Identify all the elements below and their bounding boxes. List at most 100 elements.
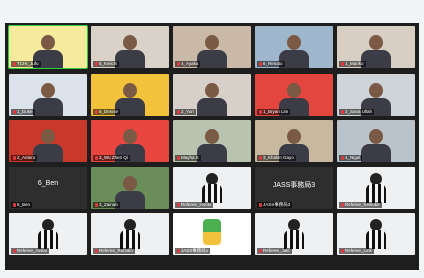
participant-name-text: 1_Duke — [17, 109, 33, 114]
participant-avatar — [287, 129, 301, 144]
participant-name-text: 2_Sana Ullah — [345, 109, 373, 114]
participant-name-text: Referee_Rumiko — [99, 248, 133, 253]
participant-name: Referee_Aimai — [11, 248, 49, 254]
mic-muted-icon — [341, 249, 344, 253]
participant-name: Referee_Link — [339, 248, 374, 254]
video-tile[interactable]: 4_Nigel — [337, 120, 415, 162]
participant-name: Mayha K — [175, 155, 201, 161]
participant-avatar — [123, 35, 137, 50]
participant-avatar — [123, 83, 137, 98]
mic-muted-icon — [259, 249, 262, 253]
participant-name-text: Referee_Link — [345, 248, 372, 253]
video-tile[interactable]: 6_Ben 6_Ben — [9, 167, 87, 209]
referee-avatar — [36, 219, 60, 249]
participant-name-large: JASS事務局3 — [272, 182, 316, 189]
participant-name-text: Mayha K — [181, 155, 199, 160]
participant-name-text: 3_Wu Zhen Qi — [99, 155, 128, 160]
participant-name-text: 2_Antero — [17, 155, 36, 160]
mic-muted-icon — [95, 249, 98, 253]
video-tile[interactable]: TCHI_Jufu — [8, 25, 88, 69]
mic-muted-icon — [13, 156, 16, 160]
mic-muted-icon — [341, 203, 344, 207]
video-tile[interactable]: 6_Renato — [255, 26, 333, 68]
participant-name-large: 6_Ben — [37, 180, 59, 187]
video-tile[interactable]: Mayha K — [173, 120, 251, 162]
participant-name-text: Referee_Keisuke — [345, 202, 380, 207]
participant-name: 2_Yuri — [175, 109, 196, 115]
participant-body — [197, 98, 227, 116]
mic-muted-icon — [177, 249, 180, 253]
mic-muted-icon — [341, 156, 344, 160]
video-tile[interactable]: 1_Bryan Lim — [255, 74, 333, 116]
mic-muted-icon — [177, 203, 180, 207]
video-tile[interactable]: JASS事務局1 — [173, 213, 251, 255]
participant-avatar — [369, 83, 383, 98]
mic-muted-icon — [13, 203, 16, 207]
video-tile[interactable]: 2_Antero — [9, 120, 87, 162]
participant-avatar — [123, 176, 137, 191]
mic-muted-icon — [341, 62, 344, 66]
mic-muted-icon — [95, 156, 98, 160]
participant-name: 6_Renato — [257, 61, 285, 67]
video-tile[interactable]: 5_Keiichi — [91, 26, 169, 68]
participant-name-text: 3_Zainab — [99, 202, 118, 207]
participant-name: 3_Wu Zhen Qi — [93, 155, 130, 161]
participant-avatar — [287, 35, 301, 50]
video-tile[interactable]: 4_Ayaka — [173, 26, 251, 68]
participant-name: Referee_Keisuke — [339, 202, 382, 208]
participant-name: 5_Denise — [93, 109, 121, 115]
video-tile[interactable]: JASS事務局3 JASS事務局3 — [255, 167, 333, 209]
participant-name: 4_Nigel — [339, 155, 363, 161]
participant-avatar — [205, 129, 219, 144]
video-tile[interactable]: 3_Zainab — [91, 167, 169, 209]
video-tile[interactable]: Referee_Hiroki — [173, 167, 251, 209]
participant-name-text: 5_Keiichi — [99, 61, 118, 66]
video-tile[interactable]: 1_Mariko — [337, 26, 415, 68]
mic-muted-icon — [259, 62, 262, 66]
mic-muted-icon — [95, 62, 98, 66]
participant-body — [197, 144, 227, 162]
video-tile[interactable]: 3_Khalim Gayo — [255, 120, 333, 162]
participant-body — [115, 50, 145, 68]
participant-name-text: 1_Bryan Lim — [263, 109, 289, 114]
participant-avatar — [123, 129, 137, 144]
referee-avatar — [118, 219, 142, 249]
video-tile[interactable]: Referee_Jaki — [255, 213, 333, 255]
mic-muted-icon — [13, 249, 16, 253]
participant-avatar — [205, 35, 219, 50]
participant-avatar — [369, 35, 383, 50]
participant-name: 2_Sana Ullah — [339, 109, 375, 115]
participant-body — [361, 144, 391, 162]
mic-muted-icon — [13, 110, 16, 114]
participant-name-text: Referee_Jaki — [263, 248, 290, 253]
video-tile[interactable]: Referee_Link — [337, 213, 415, 255]
participant-name-text: 6_Renato — [263, 61, 283, 66]
mic-muted-icon — [177, 156, 180, 160]
video-tile[interactable]: Referee_Rumiko — [91, 213, 169, 255]
mic-muted-icon — [177, 110, 180, 114]
gallery-view: TCHI_Jufu 5_Keiichi 4_Ayaka 6_Renato 1_Marik… — [5, 23, 419, 270]
mic-muted-icon — [95, 203, 98, 207]
participant-avatar — [369, 129, 383, 144]
participant-name-text: 4_Ayaka — [181, 61, 199, 66]
video-tile[interactable]: 2_Sana Ullah — [337, 74, 415, 116]
video-tile[interactable]: 2_Yuri — [173, 74, 251, 116]
participant-name: 4_Ayaka — [175, 61, 201, 67]
video-tile[interactable]: 5_Denise — [91, 74, 169, 116]
video-tile[interactable]: 3_Wu Zhen Qi — [91, 120, 169, 162]
participant-body — [197, 50, 227, 68]
participant-name: 1_Bryan Lim — [257, 109, 291, 115]
participant-name: TCHI_Jufu — [11, 61, 41, 67]
video-tile[interactable]: Referee_Aimai — [9, 213, 87, 255]
participant-name: 1_Mariko — [339, 61, 366, 67]
video-tile[interactable]: Referee_Keisuke — [337, 167, 415, 209]
participant-name-text: Referee_Hiroki — [181, 202, 212, 207]
video-tile[interactable]: 1_Duke — [9, 74, 87, 116]
participant-name-text: 1_Mariko — [345, 61, 364, 66]
participant-name: Referee_Rumiko — [93, 248, 135, 254]
participant-name-text: JASS事務局1 — [181, 248, 209, 253]
participant-avatar — [287, 83, 301, 98]
organization-logo — [203, 219, 221, 245]
mic-muted-icon — [259, 203, 262, 207]
referee-avatar — [364, 173, 388, 203]
